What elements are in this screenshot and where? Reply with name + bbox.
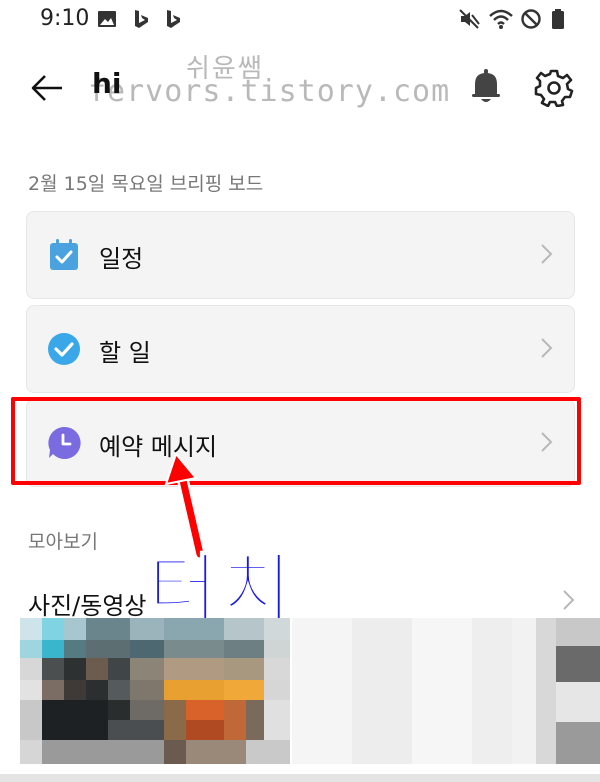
status-time: 9:10 <box>40 6 90 31</box>
schedule-card[interactable]: 일정 <box>26 211 575 299</box>
bell-icon[interactable] <box>468 67 504 105</box>
bing-icon <box>135 10 148 28</box>
highlight-box <box>11 397 581 485</box>
todo-card[interactable]: 할 일 <box>26 305 575 393</box>
bottom-divider <box>0 774 600 782</box>
todo-label: 할 일 <box>99 339 151 367</box>
wifi-icon <box>489 9 513 29</box>
collection-label: 모아보기 <box>28 531 98 553</box>
dnd-icon <box>521 9 541 29</box>
chevron-right-icon <box>541 338 553 358</box>
chevron-right-icon[interactable] <box>560 588 576 612</box>
calendar-icon <box>50 239 78 270</box>
image-icon <box>98 11 116 27</box>
schedule-label: 일정 <box>99 245 144 273</box>
back-arrow-icon[interactable] <box>28 70 68 106</box>
photo-thumbnail[interactable] <box>292 618 600 764</box>
page-title: hi <box>92 67 122 100</box>
gear-icon[interactable] <box>534 67 574 107</box>
chevron-right-icon <box>541 244 553 264</box>
battery-icon <box>552 9 564 29</box>
briefing-label: 2월 15일 목요일 브리핑 보드 <box>28 173 264 195</box>
photo-thumbnail[interactable] <box>20 618 290 764</box>
mute-icon <box>459 9 480 29</box>
watermark-url: fervors.tistory.com <box>88 74 451 109</box>
photo-video-label[interactable]: 사진/동영상 <box>28 586 147 621</box>
bing-icon <box>167 10 180 28</box>
check-circle-icon <box>48 333 80 365</box>
